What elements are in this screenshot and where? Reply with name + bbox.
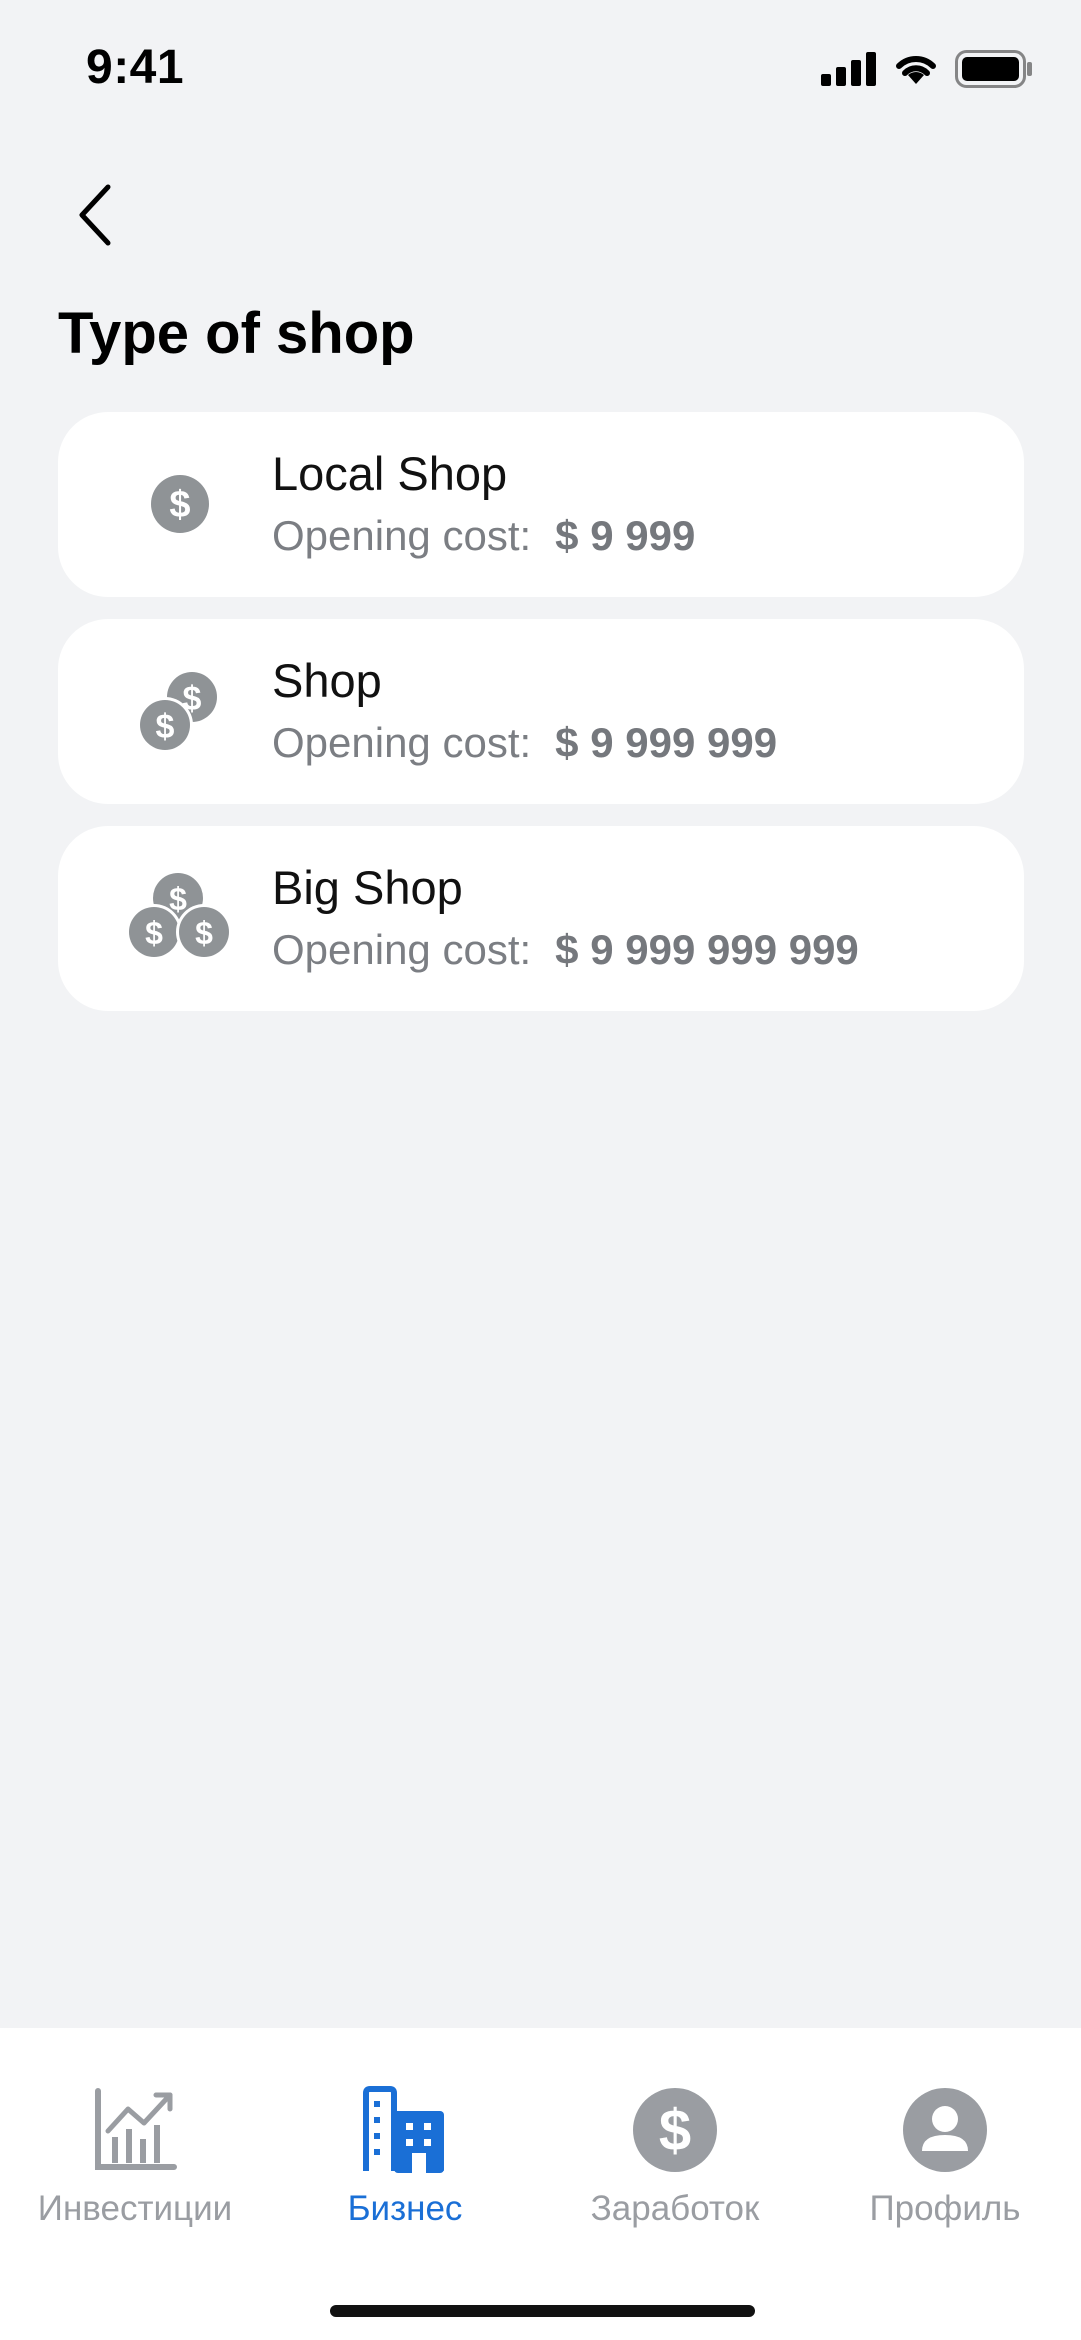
battery-icon	[955, 50, 1032, 88]
shop-name: Big Shop	[272, 861, 463, 914]
status-time: 9:41	[86, 41, 185, 94]
cost-value: $ 9 999	[555, 512, 696, 559]
tab-label: Профиль	[869, 2189, 1021, 2228]
cost-value: $ 9 999 999 999	[555, 926, 859, 973]
tab-label: Бизнес	[347, 2189, 463, 2228]
tab-business[interactable]: Бизнес	[270, 2058, 540, 2248]
single-coin-icon: $	[151, 475, 209, 533]
earnings-dollar-icon: $	[633, 2088, 717, 2172]
shop-name: Local Shop	[272, 447, 508, 500]
home-indicator[interactable]	[330, 2305, 755, 2317]
shop-list: $ Local Shop Opening cost: $ 9 999 $ $ Sh…	[58, 412, 1024, 1033]
wifi-icon	[896, 55, 936, 84]
shop-card-big-shop[interactable]: $ $ $ Big Shop Opening cost: $ 9 999 999 …	[58, 826, 1024, 1011]
tab-profile[interactable]: Профиль	[810, 2058, 1080, 2248]
business-building-icon	[363, 2086, 444, 2173]
shop-card-shop[interactable]: $ $ Shop Opening cost: $ 9 999 999	[58, 619, 1024, 804]
cost-label: Opening cost:	[272, 512, 532, 559]
cellular-signal-icon	[821, 52, 876, 86]
svg-text:$: $	[156, 708, 175, 746]
shop-card-local-shop[interactable]: $ Local Shop Opening cost: $ 9 999	[58, 412, 1024, 597]
profile-user-icon	[903, 2088, 987, 2172]
page-title: Type of shop	[58, 301, 415, 366]
investments-chart-icon	[95, 2088, 177, 2170]
cost-value: $ 9 999 999	[555, 719, 778, 766]
status-icons	[821, 50, 1033, 88]
tab-bar: Инвестиции Бизнес $ Заработок Профиль	[0, 2028, 1081, 2340]
tab-label: Инвестиции	[37, 2189, 233, 2228]
shop-name: Shop	[272, 654, 382, 707]
cost-label: Opening cost:	[272, 719, 532, 766]
three-coins-icon: $ $ $	[126, 870, 232, 960]
svg-text:$: $	[145, 915, 163, 951]
cost-label: Opening cost:	[272, 926, 532, 973]
svg-text:$: $	[195, 915, 213, 951]
back-button[interactable]	[56, 170, 136, 260]
svg-text:$: $	[659, 2098, 691, 2163]
tab-label: Заработок	[590, 2189, 760, 2228]
status-bar: 9:41	[0, 0, 1081, 140]
tab-earnings[interactable]: $ Заработок	[540, 2058, 810, 2248]
tab-investments[interactable]: Инвестиции	[0, 2058, 270, 2248]
chevron-left-icon	[79, 184, 111, 246]
svg-text:$: $	[169, 484, 190, 526]
two-coins-icon: $ $	[137, 669, 220, 753]
